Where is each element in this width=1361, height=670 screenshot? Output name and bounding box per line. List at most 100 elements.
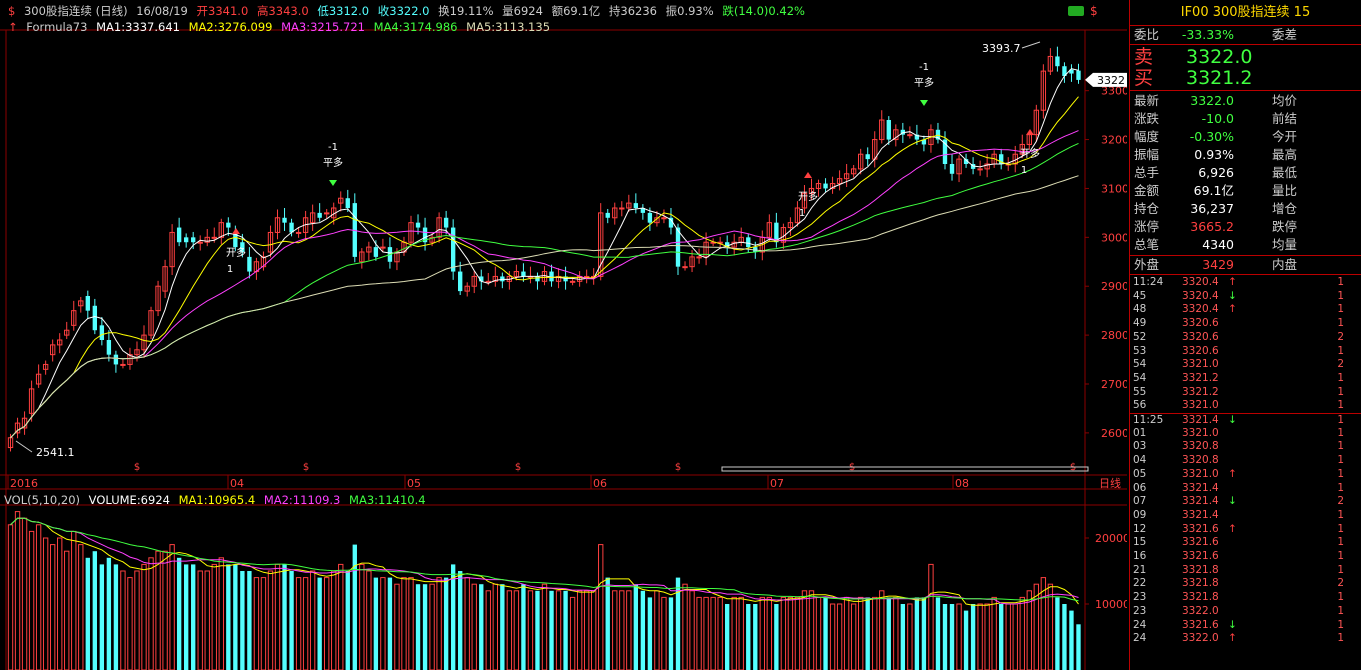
tick-price: 3321.0 (1182, 426, 1219, 439)
candle-down (282, 217, 287, 223)
header-date: 16/08/19 (136, 4, 188, 18)
tick-price: 3321.4 (1182, 481, 1219, 494)
current-price-label: 3322 (1097, 74, 1125, 87)
ma4-value: MA4:3174.986 (373, 20, 458, 34)
tick-direction-icon: ↓ (1228, 289, 1237, 302)
header-volume: 量6924 (502, 4, 543, 18)
stat-label: 涨停 (1134, 219, 1160, 234)
x-axis-label: 05 (407, 477, 421, 490)
volume-bar-down (415, 584, 421, 670)
volume-bar-down (963, 610, 969, 670)
tick-row: 45 3320.4 ↓ 1 (1130, 290, 1361, 304)
volume-header: VOL(5,10,20) VOLUME:6924 MA1:10965.4 MA2… (4, 493, 431, 507)
volume-bar-down (352, 544, 357, 670)
tick-price: 3321.4 (1182, 508, 1219, 521)
tick-time: 45 (1133, 289, 1147, 302)
volume-bar-down (668, 597, 674, 670)
x-axis-label: 08 (955, 477, 969, 490)
stat-label-2: 前结 (1272, 111, 1298, 126)
divider (1130, 274, 1361, 275)
volume-bar-down (176, 557, 182, 670)
volume-bar-down (450, 564, 456, 670)
quote-stat-row: 总笔 4340 均量 (1130, 236, 1361, 254)
low-label: 2541.1 (36, 446, 75, 459)
header-amount: 额69.1亿 (551, 4, 601, 18)
header-open: 开3341.0 (196, 4, 249, 18)
candle-down (317, 212, 322, 218)
quote-panel-title: IF00 300股指连续 15 (1130, 0, 1361, 26)
chart-area[interactable]: 3300 3200 3100 3000 2900 2800 2700 2600 20000 100… (0, 0, 1127, 670)
volume-bar-down (240, 571, 245, 670)
quote-stat-row: 幅度 -0.30% 今开 (1130, 128, 1361, 146)
candle-down (176, 227, 182, 243)
tick-time: 55 (1133, 385, 1147, 398)
y-axis-label: 3100 (1101, 182, 1127, 195)
x-axis-label: 04 (230, 477, 244, 490)
s-marker: $ (303, 462, 309, 473)
outer-inner-row: 外盘 3429 内盘 (1130, 256, 1361, 274)
formula-name[interactable]: Formula73 (26, 20, 87, 34)
formula-icon: ↑ (8, 20, 18, 34)
volume-bar-down (535, 590, 540, 670)
tick-volume: 1 (1337, 454, 1344, 467)
weibi-row: 委比 -33.33% 委差 (1130, 26, 1361, 44)
stat-value: 0.93% (1194, 147, 1234, 162)
tick-volume: 2 (1337, 330, 1344, 343)
stat-label-2: 跌停 (1272, 219, 1298, 234)
volume-bar-down (521, 584, 526, 670)
tick-row: 09 3321.4 1 (1130, 509, 1361, 523)
tick-price: 3321.0 (1182, 467, 1219, 480)
volume-bar-down (500, 584, 505, 670)
tick-volume: 1 (1337, 426, 1344, 439)
volume-bar-down (921, 597, 927, 670)
volume-bar-down (725, 604, 730, 670)
stat-value: 4340 (1202, 237, 1234, 252)
volume-bar-down (999, 604, 1004, 670)
candle-down (226, 222, 231, 228)
signal-count: -1 (328, 142, 338, 153)
volume-bar-down (886, 597, 891, 670)
buy-row[interactable]: 买 3321.2 (1130, 66, 1361, 90)
price-volume-chart[interactable]: 3300320031003000290028002700260020000100… (0, 0, 1127, 670)
candle-down (647, 212, 653, 223)
volume-bar-down (479, 584, 484, 670)
tick-direction-icon: ↑ (1228, 303, 1237, 316)
candle-down (823, 183, 828, 189)
candle-up (661, 217, 667, 220)
s-marker: $ (515, 462, 521, 473)
tick-time: 21 (1133, 563, 1147, 576)
volume-bar-down (247, 571, 252, 670)
header-position: 持36236 (608, 4, 657, 18)
vol-volume: VOLUME:6924 (88, 493, 170, 507)
candle-down (450, 227, 456, 272)
volume-bar-down (443, 577, 449, 670)
tick-time: 09 (1133, 508, 1147, 521)
quote-stat-row: 金额 69.1亿 量比 (1130, 182, 1361, 200)
ma1-value: MA1:3337.641 (96, 20, 180, 34)
tick-time: 23 (1133, 591, 1147, 604)
s-marker: $ (675, 462, 681, 473)
vol-ma2: MA2:11109.3 (263, 493, 341, 507)
signal-count: -1 (919, 62, 929, 73)
stat-label: 振幅 (1134, 147, 1160, 162)
tick-row: 24 3322.0 ↑ 1 (1130, 632, 1361, 646)
divider (1130, 90, 1361, 91)
s-marker: $ (134, 462, 140, 473)
toolbar-icon[interactable] (1068, 6, 1084, 16)
volume-bar-down (942, 604, 948, 670)
stat-label-2: 最高 (1272, 147, 1298, 162)
volume-bar-down (865, 597, 870, 670)
tick-price: 3321.6 (1182, 522, 1219, 535)
vol-name[interactable]: VOL(5,10,20) (4, 493, 80, 507)
outer-value: 3429 (1202, 257, 1234, 272)
candle-down (675, 227, 681, 267)
tick-row: 12 3321.6 ↑ 1 (1130, 523, 1361, 537)
volume-bar-down (387, 577, 393, 670)
tick-row: 56 3321.0 1 (1130, 399, 1361, 413)
tick-price: 3320.6 (1182, 317, 1219, 330)
tick-time: 24 (1133, 632, 1147, 645)
tick-direction-icon: ↑ (1228, 467, 1237, 480)
chart-menu-icon[interactable]: $ (1090, 4, 1098, 18)
ma-header: ↑ Formula73 MA1:3337.641 MA2:3276.099 MA… (8, 20, 555, 34)
tick-row: 04 3320.8 1 (1130, 454, 1361, 468)
